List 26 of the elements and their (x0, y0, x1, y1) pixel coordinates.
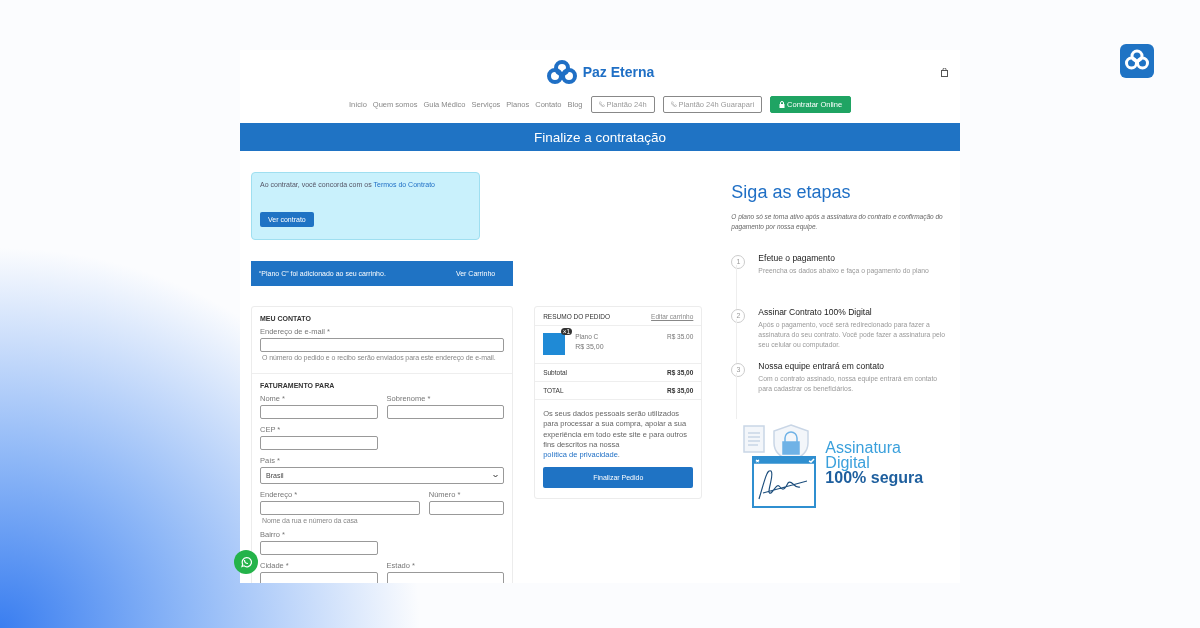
brand-name[interactable]: Paz Eterna (582, 64, 655, 80)
phone-icon (670, 101, 677, 107)
cart-icon[interactable] (941, 67, 948, 77)
input-field[interactable] (260, 338, 505, 352)
phone-icon (598, 101, 605, 107)
step-title: Efetue o pagamento (758, 252, 836, 263)
input-field[interactable] (260, 436, 378, 450)
step-title: Assinar Contrato 100% Digital (758, 306, 873, 317)
page-title: Finalize a contratação (533, 129, 667, 145)
steps-title: Siga as etapas (731, 182, 852, 203)
input-field[interactable] (260, 405, 378, 419)
lock-icon (779, 100, 786, 108)
chevron-down-icon (493, 473, 499, 478)
input-field[interactable] (260, 501, 420, 515)
badge-line: Assinatura (825, 439, 902, 455)
input-field[interactable] (428, 501, 505, 515)
input-field[interactable] (260, 541, 378, 555)
input-field[interactable] (386, 405, 505, 419)
input-field[interactable] (260, 572, 378, 583)
badge-line: Digital (825, 454, 871, 471)
logo-icon[interactable] (545, 60, 578, 84)
step-title: Nossa equipe entrará em contato (758, 360, 886, 371)
whatsapp-button[interactable] (234, 550, 258, 574)
whatsapp-icon (240, 556, 252, 568)
input-field[interactable] (386, 572, 505, 583)
app-logo-icon[interactable] (1120, 44, 1154, 78)
